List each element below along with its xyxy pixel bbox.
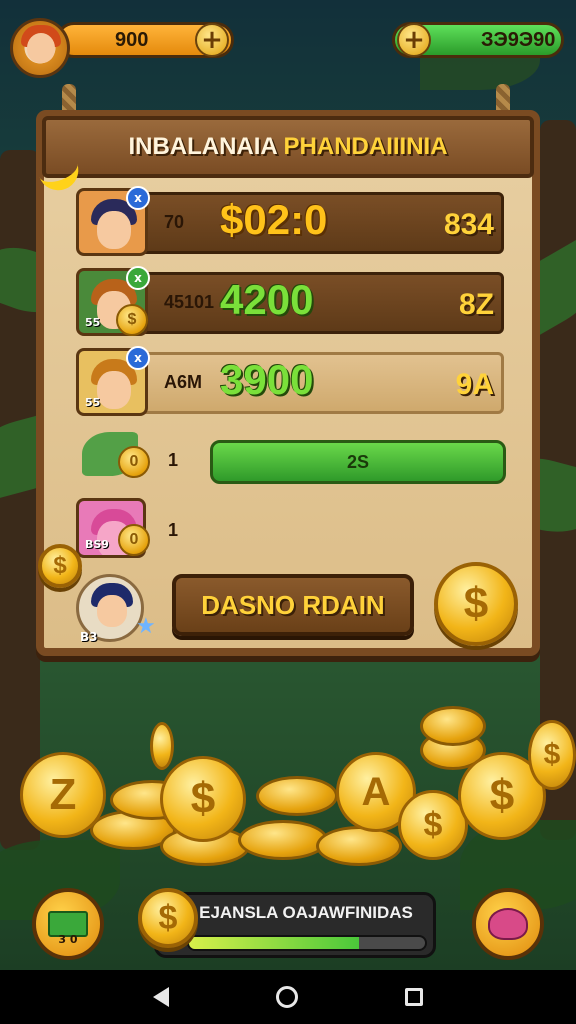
portrait-level: 55	[85, 316, 101, 329]
leaderboard-row[interactable]: 55 x A6M 3900 9A	[72, 346, 504, 418]
currency-left-value: 900	[115, 28, 149, 51]
coin-icon: $	[116, 304, 148, 336]
row-number: 1	[168, 450, 179, 470]
system-nav-bar	[0, 970, 576, 1024]
top-bar: 900 + + ЗЭ9Э90	[0, 14, 576, 78]
board-title: INBALANAIA PHANDAIIINIA	[128, 133, 447, 161]
recent-apps-icon[interactable]	[404, 988, 423, 1006]
add-currency-right-button[interactable]: +	[397, 23, 431, 57]
coin-icon: $	[38, 544, 82, 588]
progress-fill	[189, 937, 359, 949]
board-header: INBALANAIA PHANDAIIINIA	[42, 116, 534, 178]
star-badge-icon: x	[126, 346, 150, 370]
gift-button[interactable]	[472, 888, 544, 960]
coin-icon: 0	[118, 524, 150, 556]
coin-icon: $	[434, 562, 518, 646]
action-button[interactable]: DASNO RDAIN	[172, 574, 414, 636]
back-icon[interactable]	[153, 987, 170, 1007]
coin-pile-coin: $	[528, 720, 576, 790]
portrait-face	[97, 371, 131, 409]
close-badge-icon[interactable]: x	[126, 186, 150, 210]
portrait-level: 55	[85, 396, 101, 409]
board-title-part1: INBALANAIA	[128, 133, 277, 160]
row-rank: 70	[164, 212, 185, 232]
avatar-face	[27, 33, 55, 63]
portrait-face	[97, 211, 131, 249]
row-score: 4200	[220, 276, 314, 323]
leaderboard-row[interactable]: x 70 $02:0 834	[72, 186, 504, 258]
action-button-label: DASNO RDAIN	[201, 589, 385, 620]
coin-pile-coin	[316, 826, 402, 866]
star-icon: ★	[136, 614, 156, 639]
reward-row[interactable]: 0 1 2S	[72, 426, 506, 498]
row-right-value: 8Z	[458, 288, 494, 321]
coin-pile-coin	[238, 820, 328, 860]
shop-button-value: 3 0	[58, 933, 78, 946]
row-rank: 45101	[164, 292, 215, 312]
coin-pile-coin: Z	[20, 752, 106, 838]
portrait-level: BS9	[85, 538, 109, 551]
shop-button[interactable]: 3 0	[32, 888, 104, 960]
claim-bar[interactable]: 2S	[210, 440, 506, 484]
mascot-level: B3	[80, 630, 98, 644]
coin-pile-coin	[420, 706, 486, 746]
progress-label: EJANSLA OAJAWFINIDAS	[199, 903, 413, 922]
board-title-part2: PHANDAIIINIA	[283, 133, 448, 160]
mascot-face	[97, 595, 127, 627]
row-right-value: 834	[443, 208, 494, 241]
row-number: 1	[168, 520, 179, 540]
row-right-value: 9A	[455, 368, 494, 401]
currency-right-value: ЗЭ9Э90	[481, 28, 556, 51]
currency-pill-left: 900 +	[56, 22, 234, 58]
coin-pile-coin	[150, 722, 174, 770]
leaderboard-row[interactable]: 55 x $ 45101 4200 8Z	[72, 266, 504, 338]
row-rank: A6M	[164, 372, 203, 392]
row-score: 3900	[220, 356, 314, 403]
home-icon[interactable]	[275, 986, 298, 1008]
creature-icon	[488, 908, 528, 940]
player-avatar[interactable]	[10, 18, 70, 78]
claim-bar-text: 2S	[346, 451, 370, 472]
row-score: $02:0	[220, 196, 328, 243]
coin-icon: 0	[118, 446, 150, 478]
coin-pile-coin	[256, 776, 338, 816]
progress-track	[187, 935, 427, 951]
leaf-badge-icon: x	[126, 266, 150, 290]
reward-row[interactable]: BS9 0 1	[72, 496, 504, 568]
add-currency-left-button[interactable]: +	[195, 23, 229, 57]
currency-pill-right: + ЗЭ9Э90	[392, 22, 564, 58]
coin-icon: $	[138, 888, 198, 948]
coin-pile-coin: $	[160, 756, 246, 842]
